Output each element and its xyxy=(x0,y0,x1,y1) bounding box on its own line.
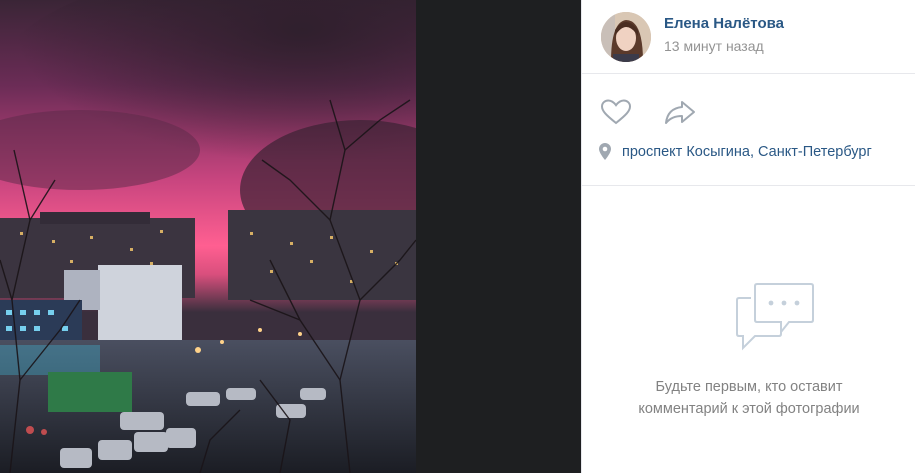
photo-image xyxy=(0,0,416,473)
photo[interactable] xyxy=(0,0,416,473)
photo-area xyxy=(0,0,581,473)
share-button[interactable] xyxy=(663,98,697,126)
comments-empty-state: Будьте первым, кто оставит комментарий к… xyxy=(582,186,915,473)
empty-comments-text: Будьте первым, кто оставит комментарий к… xyxy=(582,376,915,420)
heart-icon xyxy=(600,99,632,125)
location[interactable]: проспект Косыгина, Санкт-Петербург xyxy=(598,142,872,161)
empty-comments-line-2: комментарий к этой фотографии xyxy=(638,401,860,417)
share-arrow-icon xyxy=(665,101,695,124)
avatar-image xyxy=(601,12,651,62)
location-link[interactable]: проспект Косыгина, Санкт-Петербург xyxy=(622,144,872,160)
map-pin-icon xyxy=(599,143,611,160)
actions-section: проспект Косыгина, Санкт-Петербург xyxy=(582,74,915,186)
like-button[interactable] xyxy=(600,98,632,126)
side-panel: Елена Налётова 13 минут назад проспект К… xyxy=(581,0,915,473)
post-time[interactable]: 13 минут назад xyxy=(664,38,764,54)
photo-viewer: Елена Налётова 13 минут назад проспект К… xyxy=(0,0,915,473)
author-header: Елена Налётова 13 минут назад xyxy=(582,0,915,74)
author-name[interactable]: Елена Налётова xyxy=(664,15,784,32)
empty-comments-line-1: Будьте первым, кто оставит xyxy=(655,379,843,395)
chat-bubbles-icon xyxy=(736,283,814,351)
avatar[interactable] xyxy=(601,12,651,62)
